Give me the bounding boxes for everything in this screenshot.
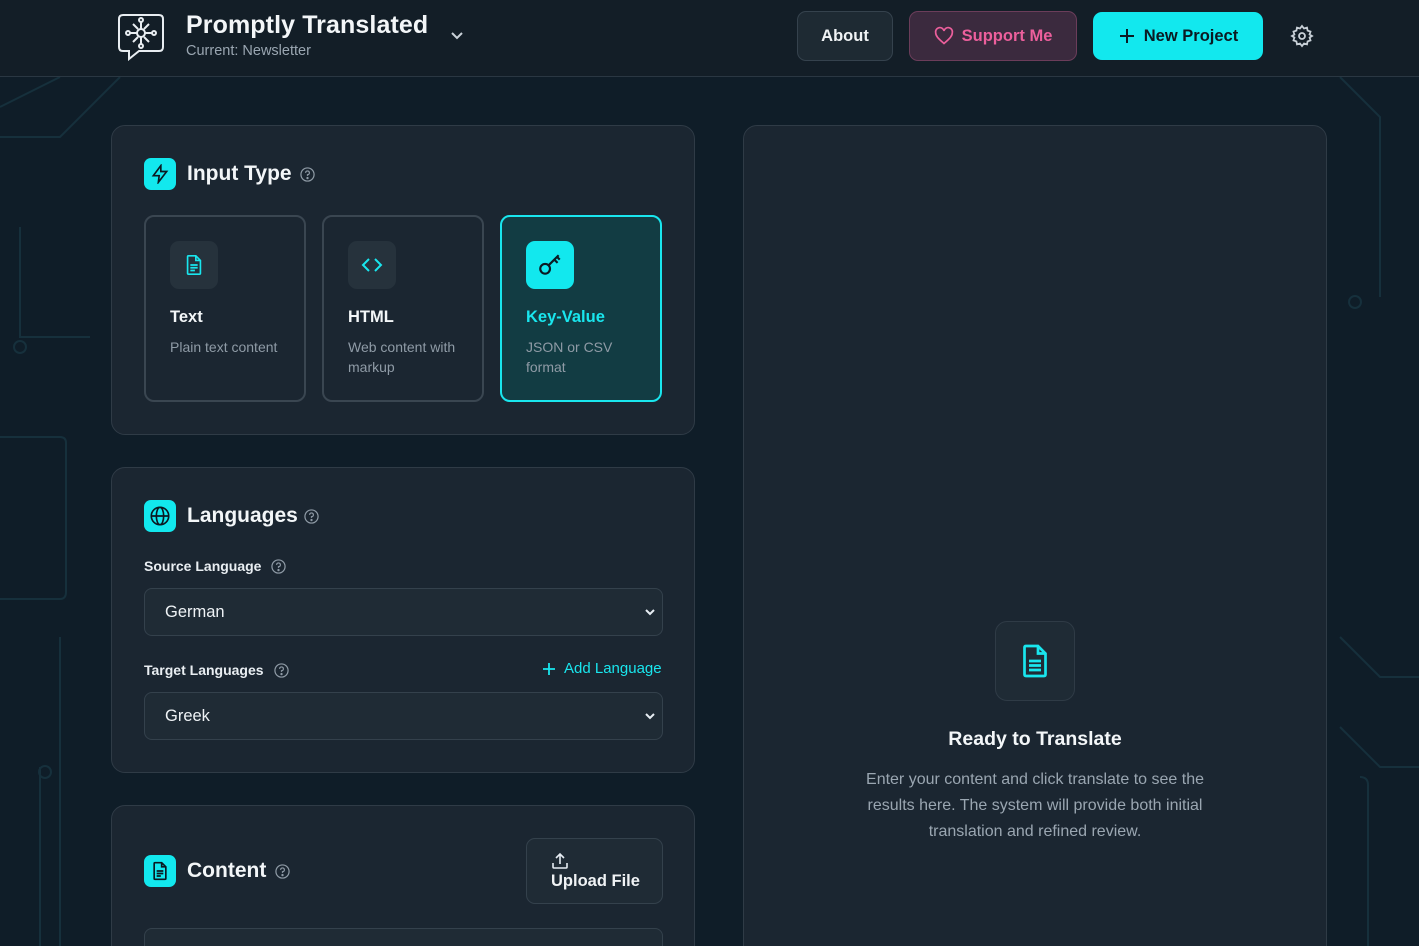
option-description: Web content with markup [348, 339, 456, 375]
new-project-label: New Project [1143, 26, 1239, 45]
target-language-value: Greek [165, 706, 210, 725]
source-language-select[interactable]: German [144, 588, 663, 636]
app-title: Promptly Translated [186, 11, 429, 39]
input-type-title: Input Type [187, 162, 292, 185]
document-icon [995, 621, 1075, 701]
heart-icon [934, 26, 953, 45]
option-name: Text [170, 308, 203, 326]
add-language-button[interactable]: Add Language [542, 660, 662, 677]
plus-icon [543, 662, 555, 675]
chevron-down-icon [645, 609, 655, 616]
globe-icon [144, 500, 176, 532]
option-description: Plain text content [170, 339, 278, 355]
input-type-card: Input Type Text Plain text content HTML … [111, 125, 695, 435]
app-header: Promptly Translated Current: Newsletter … [0, 0, 1419, 77]
help-icon[interactable] [300, 167, 315, 182]
current-project-label: Current: Newsletter [186, 43, 311, 59]
add-language-label: Add Language [564, 660, 662, 677]
target-languages-label: Target Languages [144, 662, 264, 678]
brain-circuit-logo[interactable] [117, 11, 165, 61]
source-language-label: Source Language [144, 558, 262, 574]
chevron-down-icon [645, 713, 655, 720]
content-input[interactable] [144, 928, 663, 946]
languages-title: Languages [187, 504, 298, 527]
upload-file-label: Upload File [551, 872, 640, 890]
content-title: Content [187, 859, 267, 882]
about-button[interactable]: About [797, 11, 893, 61]
source-language-value: German [165, 602, 225, 621]
new-project-button[interactable]: New Project [1093, 12, 1263, 60]
upload-icon [552, 852, 568, 869]
support-me-button[interactable]: Support Me [909, 11, 1077, 61]
content-card: Content Upload File [111, 805, 695, 946]
plus-icon [1119, 29, 1134, 43]
option-description: JSON or CSV format [526, 339, 613, 375]
ready-to-translate-description: Enter your content and click translate t… [866, 771, 1204, 840]
key-icon [526, 241, 574, 289]
support-me-label: Support Me [961, 26, 1053, 45]
help-icon[interactable] [274, 663, 289, 678]
input-type-text-option[interactable]: Text Plain text content [144, 215, 306, 402]
file-text-icon [144, 855, 176, 887]
upload-file-button[interactable]: Upload File [526, 838, 663, 904]
gear-icon[interactable] [1290, 24, 1314, 48]
translation-result-panel: Ready to Translate Enter your content an… [743, 125, 1327, 946]
file-text-icon [170, 241, 218, 289]
ready-to-translate-title: Ready to Translate [948, 728, 1122, 750]
code-icon [348, 241, 396, 289]
languages-card: Languages Source Language German Target … [111, 467, 695, 773]
input-type-html-option[interactable]: HTML Web content with markup [322, 215, 484, 402]
chevron-down-icon[interactable] [448, 26, 466, 44]
help-icon[interactable] [275, 864, 290, 879]
option-name: Key-Value [526, 308, 605, 326]
help-icon[interactable] [304, 509, 319, 524]
about-button-label: About [821, 26, 869, 45]
help-icon[interactable] [271, 559, 286, 574]
option-name: HTML [348, 308, 394, 326]
input-type-key-value-option[interactable]: Key-Value JSON or CSV format [500, 215, 662, 402]
lightning-icon [144, 158, 176, 190]
target-language-select[interactable]: Greek [144, 692, 663, 740]
